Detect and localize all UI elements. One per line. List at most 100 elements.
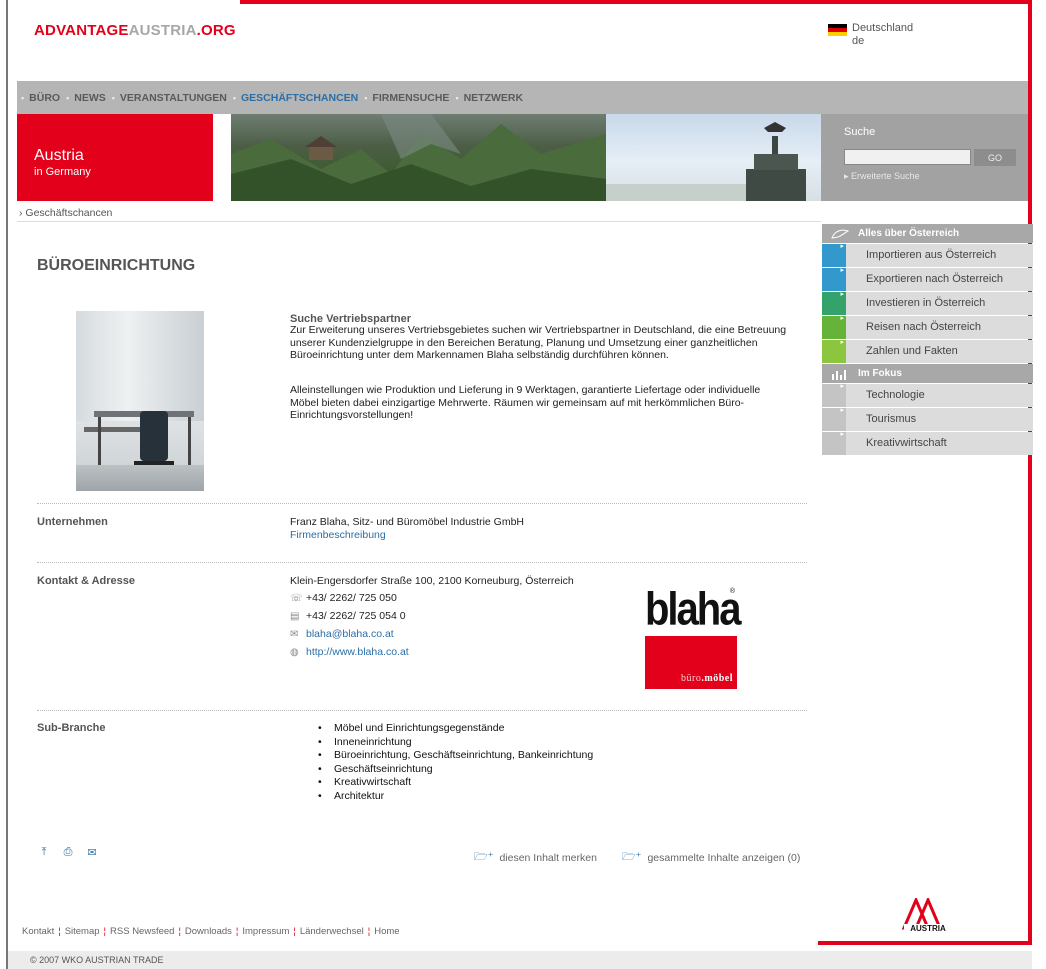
austria-logo-text: AUSTRIA xyxy=(910,924,946,933)
brand-subtitle: büro.möbel xyxy=(681,673,733,684)
sidebar-item[interactable]: Investieren in Österreich xyxy=(822,290,1033,315)
sidebar-section-about-austria: Alles über Österreich xyxy=(822,224,1033,243)
page-tools: ⤒ ⎙ ✉ xyxy=(37,846,99,859)
blaha-brand-logo: blaha ® büro.möbel xyxy=(645,584,741,689)
sidebar-item[interactable]: Kreativwirtschaft xyxy=(822,430,1033,455)
subbranch-list: Möbel und EinrichtungsgegenständeInnenei… xyxy=(318,722,593,803)
fax-row: ▤ +43/ 2262/ 725 054 0 xyxy=(290,607,574,625)
list-item: Geschäftseinrichtung xyxy=(318,763,593,777)
company-name: Franz Blaha, Sitz- und Büromöbel Industr… xyxy=(290,516,525,528)
main-navigation: • BÜRO • NEWS • VERANSTALTUNGEN • GESCHÄFTSCHAN… xyxy=(17,81,1028,114)
left-border xyxy=(6,0,8,969)
footer-link[interactable]: Downloads xyxy=(185,926,232,937)
copyright: © 2007 WKO AUSTRIAN TRADE xyxy=(30,955,164,965)
nav-item-3[interactable]: • GESCHÄFTSCHANCEN xyxy=(233,92,358,104)
sidebar-item[interactable]: Zahlen und Fakten xyxy=(822,338,1033,363)
mail-icon: ✉ xyxy=(290,628,299,640)
email-row: ✉ blaha@blaha.co.at xyxy=(290,625,574,643)
bullet-icon: • xyxy=(21,92,25,103)
austria-logo[interactable]: AUSTRIA xyxy=(898,896,958,940)
breadcrumb[interactable]: › Geschäftschancen xyxy=(19,207,112,219)
email-link[interactable]: blaha@blaha.co.at xyxy=(306,628,394,641)
brand-logo-bottom: büro.möbel xyxy=(645,636,737,689)
separator: ¦ xyxy=(367,926,371,937)
sidebar-item-label: Importieren aus Österreich xyxy=(866,249,997,262)
footer-link[interactable]: Sitemap xyxy=(65,926,100,937)
austria-triangle-icon xyxy=(901,896,952,934)
company-description-link[interactable]: Firmenbeschreibung xyxy=(290,529,524,542)
contact-label: Kontakt & Adresse xyxy=(37,575,136,587)
phone-row: ☏ +43/ 2262/ 725 050 xyxy=(290,589,574,607)
footer-link[interactable]: Länderwechsel xyxy=(300,926,364,937)
search-go-button[interactable]: GO xyxy=(974,149,1016,166)
brand-subtitle-2: .möbel xyxy=(701,673,733,684)
advanced-search-label: Erweiterte Suche xyxy=(851,171,920,181)
print-icon[interactable]: ⎙ xyxy=(61,846,75,859)
logo-part-advantage: ADVANTAGE xyxy=(34,22,129,39)
top-red-line xyxy=(240,0,1032,4)
search-panel: Suche GO ▸ Erweiterte Suche xyxy=(821,114,1028,201)
sidebar-item[interactable]: Tourismus xyxy=(822,406,1033,431)
advanced-search-link[interactable]: ▸ Erweiterte Suche xyxy=(844,171,920,182)
banner-subtitle: in Germany xyxy=(34,166,91,178)
bullet-icon: • xyxy=(111,92,115,103)
page-title: BÜROEINRICHTUNG xyxy=(37,257,196,274)
nav-item-1[interactable]: • NEWS xyxy=(66,92,106,104)
country-selector[interactable]: Deutschland de xyxy=(852,22,913,48)
company-block: Franz Blaha, Sitz- und Büromöbel Industr… xyxy=(290,516,524,542)
list-item: Büroeinrichtung, Geschäftseinrichtung, B… xyxy=(318,749,593,763)
sidebar-item[interactable]: Reisen nach Österreich xyxy=(822,314,1033,339)
arrow-icon xyxy=(822,242,846,267)
sidebar-list-focus: Technologie Tourismus Kreativwirtschaft xyxy=(822,382,1033,455)
banner-gate-image xyxy=(606,114,821,201)
footer-links: Kontakt ¦ Sitemap ¦ RSS Newsfeed ¦ Downloads ¦ I… xyxy=(22,926,400,937)
website-link[interactable]: http://www.blaha.co.at xyxy=(306,646,409,659)
right-sidebar: Alles über Österreich Importieren aus Ös… xyxy=(822,224,1033,455)
arrow-icon xyxy=(822,430,846,455)
office-furniture-photo xyxy=(76,311,204,491)
page: ADVANTAGEAUSTRIA.ORG Deutschland de • BÜR… xyxy=(0,0,1046,969)
nav-item-2[interactable]: • VERANSTALTUNGEN xyxy=(112,92,227,104)
photo-window xyxy=(76,311,204,421)
sidebar-item-label: Exportieren nach Österreich xyxy=(866,273,1003,286)
footer-link[interactable]: Home xyxy=(374,926,399,937)
remember-content-link[interactable]: 🗁⁺ diesen Inhalt merken xyxy=(474,848,597,867)
company-label: Unternehmen xyxy=(37,516,108,528)
footer-link[interactable]: Impressum xyxy=(242,926,289,937)
divider xyxy=(37,562,807,563)
separator: ¦ xyxy=(178,926,181,937)
web-row: ◍ http://www.blaha.co.at xyxy=(290,643,574,661)
footer-link[interactable]: Kontakt xyxy=(22,926,54,937)
logo-part-austria: AUSTRIA xyxy=(128,22,197,39)
sidebar-section-focus: Im Fokus xyxy=(822,364,1033,383)
germany-flag-icon[interactable] xyxy=(828,24,847,36)
arrow-icon xyxy=(822,406,846,431)
nav-item-4[interactable]: • FIRMENSUCHE xyxy=(364,92,449,104)
mail-icon[interactable]: ✉ xyxy=(85,846,99,859)
sidebar-item-label: Technologie xyxy=(866,389,925,402)
site-logo[interactable]: ADVANTAGEAUSTRIA.ORG xyxy=(34,22,236,39)
right-red-line xyxy=(1028,0,1032,945)
nav-item-5[interactable]: • NETZWERK xyxy=(455,92,523,104)
sidebar-item[interactable]: Exportieren nach Österreich xyxy=(822,266,1033,291)
brand-wordmark: blaha xyxy=(645,584,741,635)
phone-icon: ☏ xyxy=(290,592,303,604)
nav-item-0[interactable]: • BÜRO xyxy=(21,92,60,104)
footer-link[interactable]: RSS Newsfeed xyxy=(110,926,174,937)
search-input[interactable] xyxy=(844,149,971,165)
brand-subtitle-1: büro xyxy=(681,673,702,684)
nav-label: BÜRO xyxy=(29,91,61,104)
photo-chair xyxy=(140,411,168,461)
sidebar-item-label: Zahlen und Fakten xyxy=(866,345,958,358)
to-top-icon[interactable]: ⤒ xyxy=(37,846,51,859)
brandenburg-gate-illustration xyxy=(606,122,806,201)
sidebar-item[interactable]: Importieren aus Österreich xyxy=(822,242,1033,267)
globe-icon: ◍ xyxy=(290,646,299,658)
separator: ¦ xyxy=(293,926,296,937)
separator: ¦ xyxy=(235,926,239,937)
nav-label: VERANSTALTUNGEN xyxy=(119,91,227,104)
show-collected-link[interactable]: 🗁⁺ gesammelte Inhalte anzeigen (0) xyxy=(622,848,800,867)
footer-red-line xyxy=(818,941,1032,945)
arrow-icon xyxy=(822,382,846,407)
sidebar-item[interactable]: Technologie xyxy=(822,382,1033,407)
